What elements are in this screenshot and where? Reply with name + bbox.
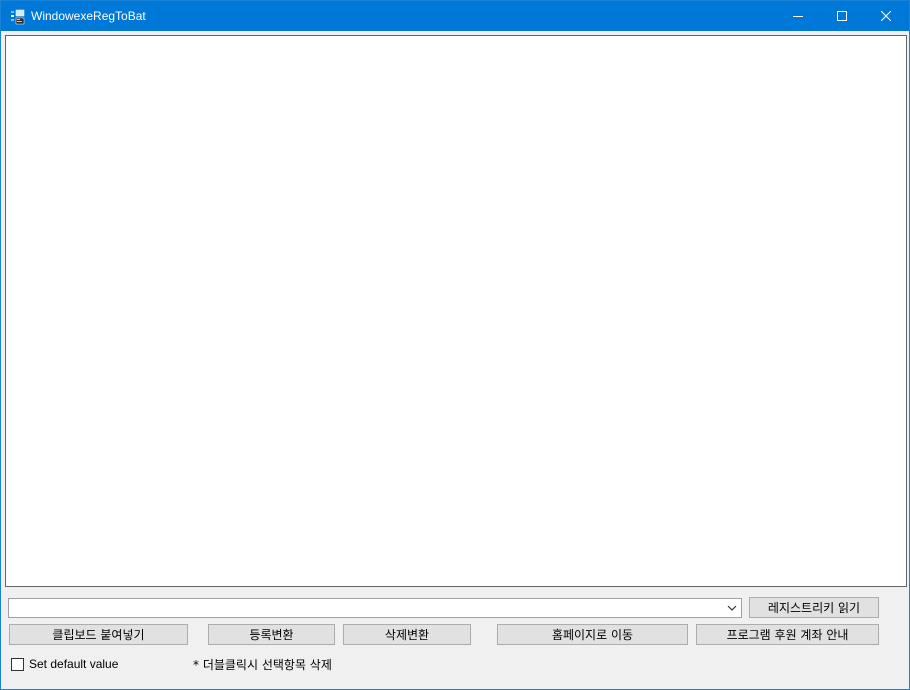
maximize-button[interactable] [819, 1, 865, 31]
title-bar[interactable]: WindowexeRegToBat [1, 1, 909, 31]
chevron-down-icon[interactable] [726, 603, 738, 613]
paste-clipboard-button[interactable]: 클립보드 붙여넣기 [9, 624, 188, 645]
double-click-hint: * 더블클릭시 선택항목 삭제 [193, 658, 332, 672]
minimize-button[interactable] [775, 1, 821, 31]
registry-list-box[interactable] [5, 35, 907, 587]
minimize-icon [793, 16, 803, 17]
go-homepage-button[interactable]: 홈페이지로 이동 [497, 624, 688, 645]
register-convert-button[interactable]: 등록변환 [208, 624, 335, 645]
maximize-icon [837, 11, 847, 21]
app-icon [10, 9, 26, 25]
app-window: WindowexeRegToBat 레지스트리키 읽기 클립보드 붙여넣기 등록… [0, 0, 910, 690]
set-default-label[interactable]: Set default value [29, 656, 118, 672]
read-registry-button[interactable]: 레지스트리키 읽기 [749, 597, 879, 618]
close-icon [881, 11, 891, 21]
donation-info-button[interactable]: 프로그램 후원 계좌 안내 [696, 624, 879, 645]
set-default-checkbox[interactable] [11, 658, 24, 671]
close-button[interactable] [863, 1, 909, 31]
delete-convert-button[interactable]: 삭제변환 [343, 624, 471, 645]
registry-key-combo[interactable] [8, 598, 742, 618]
window-title: WindowexeRegToBat [31, 9, 146, 23]
